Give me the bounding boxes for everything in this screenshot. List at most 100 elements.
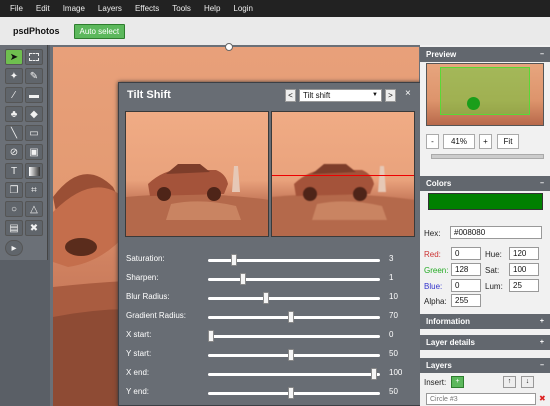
sharpen-value: 1 [389,273,394,282]
close-icon[interactable]: × [405,88,411,99]
pin-icon[interactable]: ✖ [25,220,43,236]
menu-file[interactable]: File [10,4,23,13]
layer-item[interactable]: Circle #3 [426,393,536,405]
y-end-handle[interactable] [287,387,294,399]
gradient-radius-value: 70 [389,311,398,320]
alpha-field[interactable]: 255 [451,294,481,307]
gradient-radius-slider[interactable] [208,316,380,319]
red-field[interactable]: 0 [451,247,481,260]
colors-panel-title: Colors [426,179,452,188]
insert-layer-button[interactable]: + [451,376,464,388]
menu-effects[interactable]: Effects [135,4,159,13]
pencil-icon[interactable]: ✎ [25,68,43,84]
y-end-slider[interactable] [208,392,380,395]
brush-icon[interactable]: ⊘ [5,144,23,160]
menu-image[interactable]: Image [63,4,85,13]
x-start-handle[interactable] [208,330,214,342]
y-start-handle[interactable] [287,349,294,361]
color-swatch[interactable] [428,193,543,210]
zoom-slider[interactable] [431,154,544,159]
move-down-icon[interactable]: ↓ [521,376,534,388]
canvas-handle[interactable] [225,43,233,51]
menu-help[interactable]: Help [204,4,220,13]
fit-button[interactable]: Fit [497,134,519,149]
magic-wand-icon[interactable]: ✦ [5,68,23,84]
y-end-label: Y end: [126,387,149,396]
x-end-handle[interactable] [370,368,377,380]
auto-select-button[interactable]: Auto select [73,23,126,39]
rectangle-icon[interactable]: ▭ [25,125,43,141]
navigator-marker [467,97,480,110]
zoom-level[interactable]: 41% [443,134,475,149]
collapse-icon[interactable]: – [540,176,544,191]
line-icon[interactable]: ╲ [5,125,23,141]
insert-label: Insert: [424,378,447,387]
lum-field[interactable]: 25 [509,279,539,292]
expand-icon[interactable]: + [540,314,544,329]
zoom-in-button[interactable]: + [479,134,492,149]
eyedropper-icon[interactable]: ∕ [5,87,23,103]
information-panel-header[interactable]: Information + [420,314,550,329]
gradient-radius-handle[interactable] [287,311,294,323]
x-start-row: X start: 0 [119,327,423,345]
zoom-out-button[interactable]: - [426,134,439,149]
sharpen-handle[interactable] [239,273,246,285]
prev-effect-button[interactable]: < [285,89,296,102]
sharpen-slider[interactable] [208,278,380,281]
blur-radius-row: Blur Radius: 10 [119,289,423,307]
hue-label: Hue: [485,250,502,259]
next-effect-button[interactable]: > [385,89,396,102]
x-end-row: X end: 100 [119,365,423,383]
expand-icon[interactable]: + [540,335,544,350]
drop-icon[interactable]: ○ [5,201,23,217]
navigator-viewport[interactable] [440,67,530,115]
layers-panel-title: Layers [426,361,452,370]
sat-field[interactable]: 100 [509,263,539,276]
menu-tools[interactable]: Tools [172,4,191,13]
saturation-row: Saturation: 3 [119,251,423,269]
blue-field[interactable]: 0 [451,279,481,292]
crop-icon[interactable]: ⌗ [25,182,43,198]
hue-field[interactable]: 120 [509,247,539,260]
transform-icon[interactable]: ❐ [5,182,23,198]
blur-radius-slider[interactable] [208,297,380,300]
blur-radius-handle[interactable] [262,292,269,304]
move-up-icon[interactable]: ↑ [503,376,516,388]
fill-bucket-icon[interactable]: ◆ [25,106,43,122]
clone-stamp-icon[interactable]: ♣ [5,106,23,122]
app-name: psdPhotos [13,26,60,36]
effect-select[interactable]: Tilt shift ▼ [299,89,382,102]
blur-radius-value: 10 [389,292,398,301]
saturation-handle[interactable] [231,254,238,266]
y-start-slider[interactable] [208,354,380,357]
tilt-shift-dialog: Tilt Shift < Tilt shift ▼ > × Saturation… [118,82,422,406]
green-field[interactable]: 128 [451,263,481,276]
saturation-label: Saturation: [126,254,165,263]
hex-field[interactable]: #008080 [450,226,542,239]
x-end-slider[interactable] [208,373,380,376]
x-start-slider[interactable] [208,335,380,338]
menu-layers[interactable]: Layers [98,4,122,13]
layers-panel-header[interactable]: Layers – [420,358,550,373]
colors-panel-header[interactable]: Colors – [420,176,550,191]
collapse-icon[interactable]: – [540,358,544,373]
collapse-icon[interactable]: – [540,47,544,62]
gradient-icon[interactable] [25,163,43,179]
alpha-label: Alpha: [424,297,447,306]
blur-radius-label: Blur Radius: [126,292,170,301]
menu-login[interactable]: Login [233,4,253,13]
play-icon[interactable]: ▸ [5,240,23,256]
delete-layer-icon[interactable]: ✖ [539,394,546,403]
media-icon[interactable]: ▤ [5,220,23,236]
layer-details-panel-header[interactable]: Layer details + [420,335,550,350]
x-end-label: X end: [126,368,150,377]
y-end-row: Y end: 50 [119,384,423,402]
image-icon[interactable]: ▣ [25,144,43,160]
preview-panel-header[interactable]: Preview – [420,47,550,62]
select-arrow-icon[interactable]: ➤ [5,49,23,65]
eraser-icon[interactable]: ▬ [25,87,43,103]
text-icon[interactable]: T [5,163,23,179]
triangle-icon[interactable]: △ [25,201,43,217]
marquee-icon[interactable] [25,49,43,65]
menu-edit[interactable]: Edit [36,4,50,13]
